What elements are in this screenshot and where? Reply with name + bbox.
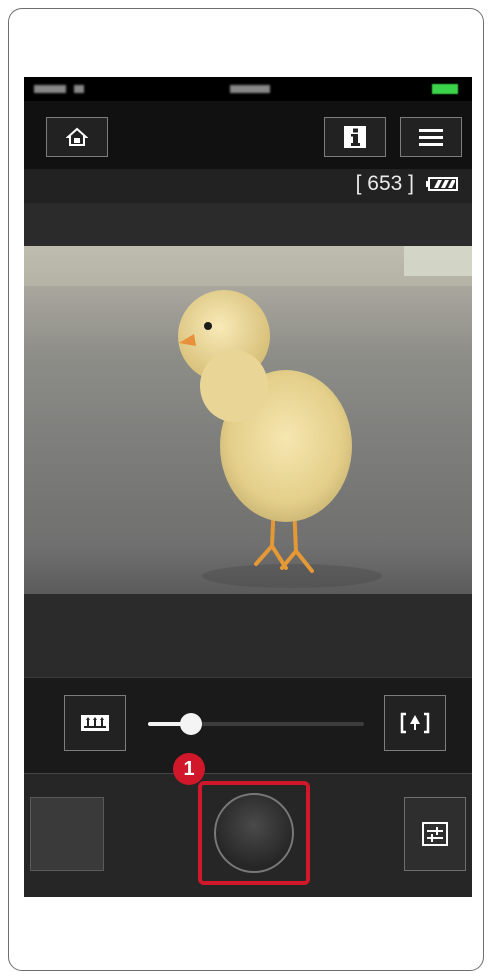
shots-remaining: [ 653 ] [355,172,414,195]
home-button[interactable] [46,117,108,157]
status-battery-icon [432,84,458,94]
shutter-button[interactable] [214,793,294,873]
status-signal [74,85,84,93]
info-button[interactable] [324,117,386,157]
menu-icon [419,129,443,146]
info-bar: [ 653 ] [24,169,472,203]
status-bar [24,77,472,101]
battery-icon [426,177,458,191]
zoom-wide-icon [81,715,109,731]
zoom-wide-button[interactable] [64,695,126,751]
shooting-settings-button[interactable] [404,797,466,871]
callout-badge: 1 [173,753,205,785]
zoom-tele-button[interactable] [384,695,446,751]
settings-icon [422,822,448,846]
status-time [230,85,270,93]
info-icon [344,126,366,148]
zoom-tele-icon [400,712,430,734]
chick-photo [24,246,472,588]
menu-button[interactable] [400,117,462,157]
live-view-image [24,246,472,594]
home-icon [66,127,88,146]
remote-shooting-screen: [ 653 ] [24,77,472,897]
status-carrier [34,85,66,93]
last-image-thumbnail[interactable] [30,797,104,871]
